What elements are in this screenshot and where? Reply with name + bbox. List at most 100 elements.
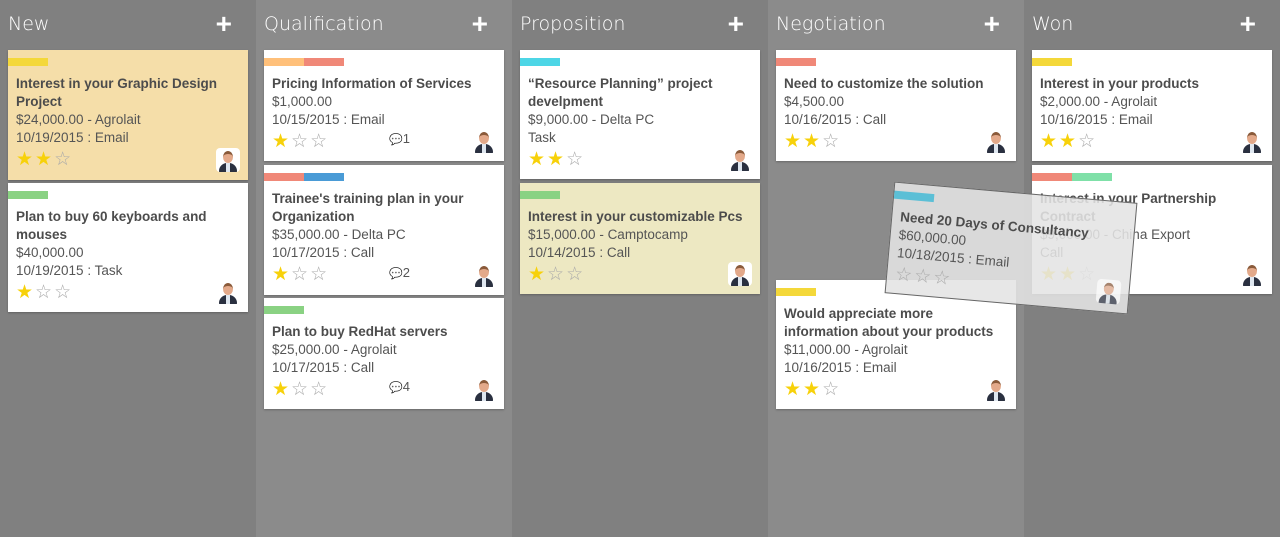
star-filled-icon[interactable]: ★ bbox=[803, 131, 822, 152]
comment-count[interactable]: 💬4 bbox=[389, 378, 410, 397]
card-title[interactable]: Interest in your Graphic Design Project bbox=[16, 75, 240, 111]
kanban-card[interactable]: Plan to buy 60 keyboards and mouses $40,0… bbox=[8, 183, 248, 312]
priority-stars[interactable]: ★☆☆ bbox=[272, 379, 496, 401]
star-empty-icon[interactable]: ☆ bbox=[894, 264, 915, 287]
add-card-icon[interactable]: + bbox=[216, 10, 232, 38]
star-empty-icon[interactable]: ☆ bbox=[54, 149, 73, 170]
color-tag[interactable] bbox=[520, 58, 560, 66]
dragged-card[interactable]: Need 20 Days of Consultancy $60,000.00 10/… bbox=[884, 181, 1138, 315]
color-tag[interactable] bbox=[8, 191, 48, 199]
avatar[interactable] bbox=[216, 148, 240, 172]
star-filled-icon[interactable]: ★ bbox=[16, 149, 35, 170]
comment-count[interactable]: 💬1 bbox=[389, 130, 410, 149]
star-empty-icon[interactable]: ☆ bbox=[35, 282, 54, 303]
add-card-icon[interactable]: + bbox=[728, 10, 744, 38]
color-tag[interactable] bbox=[893, 190, 935, 203]
avatar[interactable] bbox=[472, 377, 496, 401]
card-title[interactable]: Interest in your products bbox=[1040, 75, 1264, 93]
priority-stars[interactable]: ★★☆ bbox=[784, 379, 1008, 401]
priority-stars[interactable]: ★☆☆ bbox=[16, 282, 240, 304]
color-tag[interactable] bbox=[264, 58, 304, 66]
color-tag[interactable] bbox=[304, 58, 344, 66]
kanban-card[interactable]: Interest in your Graphic Design Project $… bbox=[8, 50, 248, 180]
avatar[interactable] bbox=[1240, 262, 1264, 286]
star-filled-icon[interactable]: ★ bbox=[1040, 131, 1059, 152]
star-filled-icon[interactable]: ★ bbox=[35, 149, 54, 170]
avatar[interactable] bbox=[1095, 278, 1122, 305]
star-empty-icon[interactable]: ☆ bbox=[822, 131, 841, 152]
color-tag[interactable] bbox=[1032, 58, 1072, 66]
star-empty-icon[interactable]: ☆ bbox=[54, 282, 73, 303]
star-empty-icon[interactable]: ☆ bbox=[822, 379, 841, 400]
card-title[interactable]: Plan to buy 60 keyboards and mouses bbox=[16, 208, 240, 244]
star-filled-icon[interactable]: ★ bbox=[784, 379, 803, 400]
card-title[interactable]: Trainee's training plan in your Organiza… bbox=[272, 190, 496, 226]
color-tag[interactable] bbox=[1032, 173, 1072, 181]
kanban-card[interactable]: Interest in your customizable Pcs $15,000… bbox=[520, 183, 760, 294]
star-empty-icon[interactable]: ☆ bbox=[310, 264, 329, 285]
kanban-card[interactable]: Trainee's training plan in your Organiza… bbox=[264, 165, 504, 295]
star-filled-icon[interactable]: ★ bbox=[1059, 131, 1078, 152]
star-empty-icon[interactable]: ☆ bbox=[291, 131, 310, 152]
card-title[interactable]: Pricing Information of Services bbox=[272, 75, 496, 93]
star-filled-icon[interactable]: ★ bbox=[16, 282, 35, 303]
card-amount: $25,000.00 - Agrolait bbox=[272, 342, 397, 357]
star-empty-icon[interactable]: ☆ bbox=[566, 149, 585, 170]
color-tag[interactable] bbox=[520, 191, 560, 199]
kanban-card[interactable]: Pricing Information of Services $1,000.00… bbox=[264, 50, 504, 161]
star-empty-icon[interactable]: ☆ bbox=[932, 267, 953, 290]
priority-stars[interactable]: ★☆☆ bbox=[528, 264, 752, 286]
star-empty-icon[interactable]: ☆ bbox=[291, 264, 310, 285]
card-title[interactable]: Plan to buy RedHat servers bbox=[272, 323, 496, 341]
add-card-icon[interactable]: + bbox=[1240, 10, 1256, 38]
star-filled-icon[interactable]: ★ bbox=[528, 264, 547, 285]
avatar[interactable] bbox=[216, 280, 240, 304]
star-empty-icon[interactable]: ☆ bbox=[547, 264, 566, 285]
priority-stars[interactable]: ★★☆ bbox=[784, 131, 1008, 153]
star-filled-icon[interactable]: ★ bbox=[528, 149, 547, 170]
star-filled-icon[interactable]: ★ bbox=[272, 264, 291, 285]
avatar[interactable] bbox=[472, 129, 496, 153]
star-filled-icon[interactable]: ★ bbox=[547, 149, 566, 170]
priority-stars[interactable]: ★☆☆ bbox=[272, 264, 496, 286]
kanban-card[interactable]: Plan to buy RedHat servers $25,000.00 - A… bbox=[264, 298, 504, 409]
avatar[interactable] bbox=[472, 263, 496, 287]
avatar[interactable] bbox=[984, 377, 1008, 401]
add-card-icon[interactable]: + bbox=[984, 10, 1000, 38]
star-filled-icon[interactable]: ★ bbox=[272, 379, 291, 400]
card-title[interactable]: Would appreciate more information about … bbox=[784, 305, 1008, 341]
color-tag[interactable] bbox=[8, 58, 48, 66]
priority-stars[interactable]: ★★☆ bbox=[528, 149, 752, 171]
priority-stars[interactable]: ★★☆ bbox=[16, 149, 240, 171]
color-tag[interactable] bbox=[776, 288, 816, 296]
avatar[interactable] bbox=[728, 147, 752, 171]
kanban-card[interactable]: Interest in your products $2,000.00 - Agr… bbox=[1032, 50, 1272, 161]
star-filled-icon[interactable]: ★ bbox=[784, 131, 803, 152]
avatar[interactable] bbox=[984, 129, 1008, 153]
card-title[interactable]: Need to customize the solution bbox=[784, 75, 1008, 93]
kanban-card[interactable]: Need to customize the solution $4,500.00 1… bbox=[776, 50, 1016, 161]
avatar[interactable] bbox=[1240, 129, 1264, 153]
color-tag[interactable] bbox=[1072, 173, 1112, 181]
priority-stars[interactable]: ★☆☆ bbox=[272, 131, 496, 153]
star-empty-icon[interactable]: ☆ bbox=[310, 379, 329, 400]
avatar[interactable] bbox=[728, 262, 752, 286]
star-empty-icon[interactable]: ☆ bbox=[291, 379, 310, 400]
add-card-icon[interactable]: + bbox=[472, 10, 488, 38]
kanban-card[interactable]: “Resource Planning” project develpment $9… bbox=[520, 50, 760, 179]
star-empty-icon[interactable]: ☆ bbox=[913, 266, 934, 289]
star-filled-icon[interactable]: ★ bbox=[272, 131, 291, 152]
color-tag[interactable] bbox=[304, 173, 344, 181]
comment-count[interactable]: 💬2 bbox=[389, 264, 410, 283]
star-empty-icon[interactable]: ☆ bbox=[566, 264, 585, 285]
card-title[interactable]: Interest in your customizable Pcs bbox=[528, 208, 752, 226]
color-tag[interactable] bbox=[264, 173, 304, 181]
color-tag[interactable] bbox=[264, 306, 304, 314]
avatar-shirt bbox=[482, 392, 486, 401]
star-filled-icon[interactable]: ★ bbox=[803, 379, 822, 400]
star-empty-icon[interactable]: ☆ bbox=[1078, 131, 1097, 152]
card-title[interactable]: “Resource Planning” project develpment bbox=[528, 75, 752, 111]
star-empty-icon[interactable]: ☆ bbox=[310, 131, 329, 152]
priority-stars[interactable]: ★★☆ bbox=[1040, 131, 1264, 153]
color-tag[interactable] bbox=[776, 58, 816, 66]
